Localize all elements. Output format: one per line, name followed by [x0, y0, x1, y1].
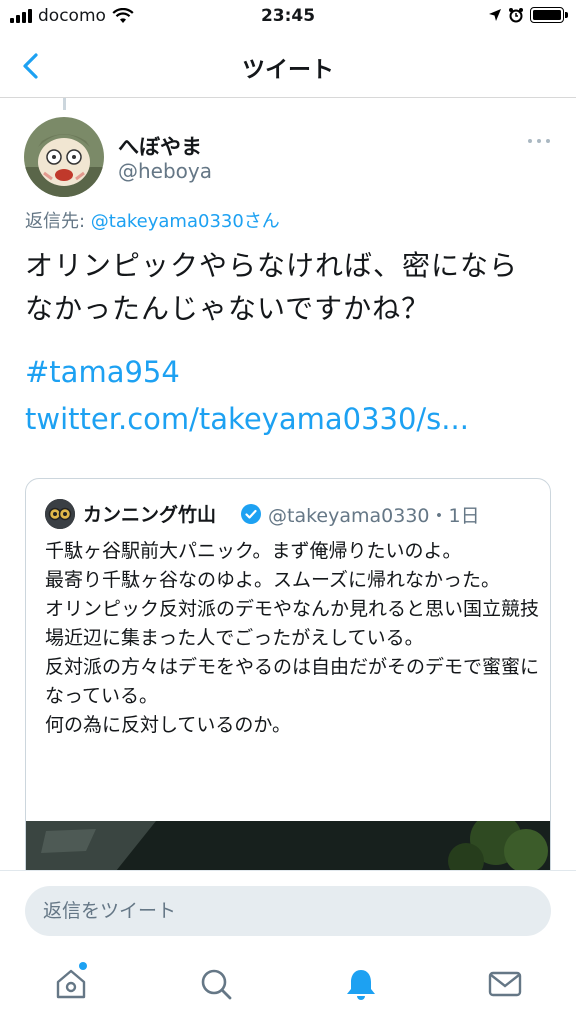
replying-to: 返信先: @takeyama0330さん: [25, 207, 280, 233]
author-name[interactable]: へぼやま: [118, 131, 202, 161]
quoted-avatar: [45, 499, 75, 529]
mail-icon[interactable]: [487, 966, 523, 1002]
nav-bar: ツイート: [0, 34, 576, 98]
status-bar: docomo 23:45: [0, 0, 576, 34]
reply-input[interactable]: 返信をツイート: [25, 886, 551, 936]
battery-icon: [530, 7, 568, 23]
notification-dot: [79, 962, 87, 970]
search-icon[interactable]: [198, 966, 234, 1002]
tweet-text: オリンピックやらなければ、密にならなかったんじゃないですかね？: [25, 249, 519, 325]
thread-line: [63, 98, 66, 110]
quoted-handle-time: @takeyama0330・1日: [268, 505, 480, 527]
hashtag-link[interactable]: #tama954: [25, 355, 180, 389]
quoted-author-name: カンニング竹山: [83, 504, 217, 526]
quoted-tweet[interactable]: カンニング竹山 @takeyama0330・1日 千駄ヶ谷駅前大パニック。まず俺…: [25, 478, 551, 898]
quoted-text: 千駄ヶ谷駅前大パニック。まず俺帰りたいのよ。 最寄り千駄ヶ谷なのゆよ。スムーズに…: [45, 540, 540, 736]
author-handle[interactable]: @heboya: [118, 159, 212, 183]
alarm-icon: [509, 8, 523, 23]
reply-bar: 返信をツイート: [0, 870, 576, 954]
avatar[interactable]: [24, 117, 104, 197]
replying-prefix: 返信先:: [25, 211, 91, 232]
home-icon[interactable]: [53, 966, 89, 1002]
page-title: ツイート: [242, 57, 334, 83]
bell-icon[interactable]: [343, 966, 379, 1002]
verified-badge-icon: [241, 504, 261, 524]
location-icon: [489, 9, 501, 21]
more-options-icon[interactable]: [528, 139, 550, 143]
url-link[interactable]: twitter.com/takeyama0330/s...: [25, 402, 469, 436]
replying-mention[interactable]: @takeyama0330さん: [91, 211, 280, 232]
